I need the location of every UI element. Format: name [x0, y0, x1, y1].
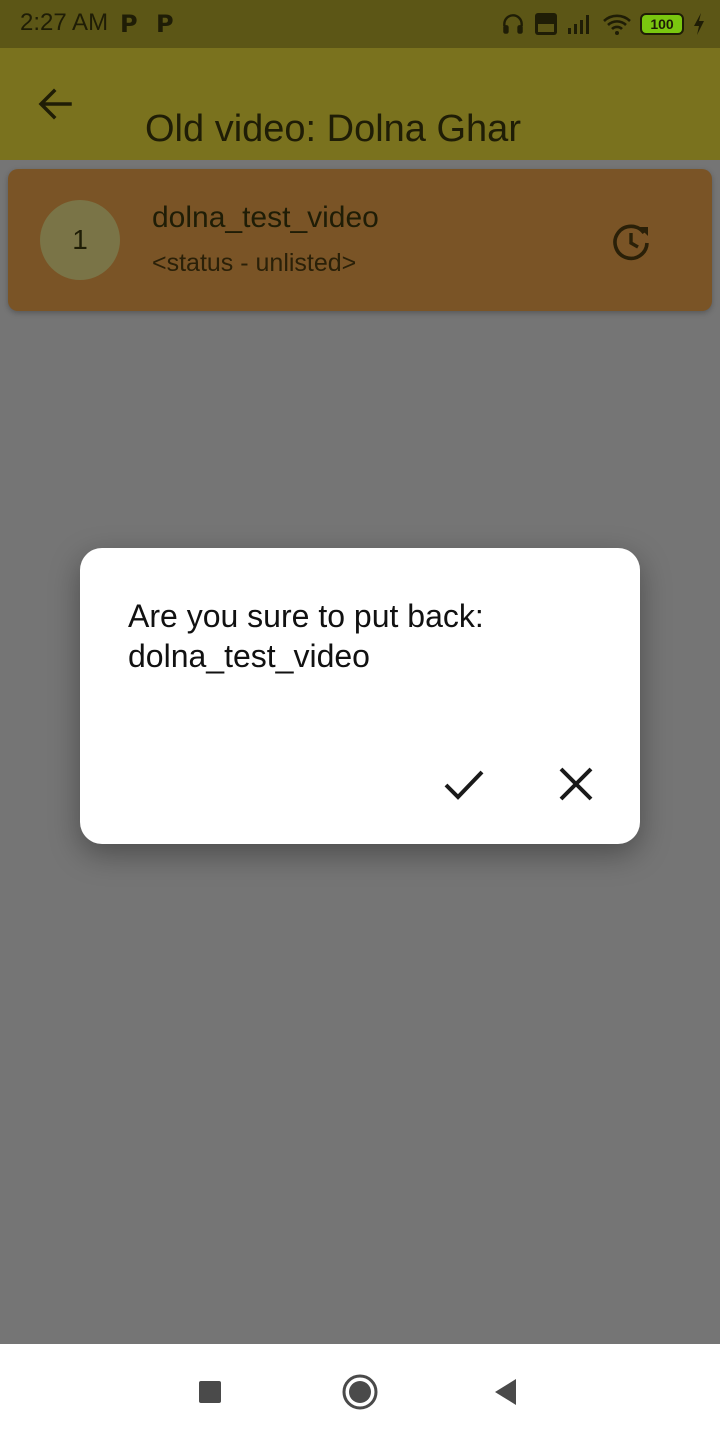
signal-icon — [566, 12, 594, 36]
notification-p-icon: P — [156, 10, 174, 38]
restore-icon — [608, 219, 654, 265]
battery-icon: 100 — [640, 13, 684, 35]
home-button[interactable] — [336, 1368, 384, 1416]
cancel-button[interactable] — [544, 752, 608, 816]
dialog-message: Are you sure to put back: dolna_test_vid… — [128, 598, 484, 674]
home-icon — [336, 1368, 384, 1416]
item-title: dolna_test_video — [152, 201, 379, 234]
back-button[interactable] — [26, 74, 86, 134]
check-icon — [432, 752, 496, 816]
page-title: Old video: Dolna Ghar — [145, 108, 521, 150]
recents-icon — [186, 1368, 234, 1416]
back-icon — [482, 1368, 530, 1416]
wifi-icon — [602, 12, 632, 36]
arrow-back-icon — [26, 74, 86, 134]
close-icon — [544, 752, 608, 816]
charging-icon — [692, 12, 706, 36]
status-bar: 2:27 AM P P 100 — [0, 0, 720, 48]
confirm-button[interactable] — [432, 752, 496, 816]
back-nav-button[interactable] — [482, 1368, 530, 1416]
volte-icon — [534, 12, 558, 36]
confirm-dialog: Are you sure to put back: dolna_test_vid… — [80, 548, 640, 844]
list-item[interactable]: 1 dolna_test_video <status - unlisted> — [8, 169, 712, 311]
recents-button[interactable] — [186, 1368, 234, 1416]
item-status: <status - unlisted> — [152, 249, 357, 277]
notification-p-icon: P — [120, 10, 138, 38]
app-bar: Old video: Dolna Ghar — [0, 48, 720, 160]
headphones-icon — [500, 11, 526, 37]
status-icons: 100 — [500, 10, 706, 38]
item-index-avatar: 1 — [40, 200, 120, 280]
system-nav-bar — [0, 1344, 720, 1440]
status-time: 2:27 AM — [20, 9, 109, 36]
restore-button[interactable] — [608, 219, 654, 265]
